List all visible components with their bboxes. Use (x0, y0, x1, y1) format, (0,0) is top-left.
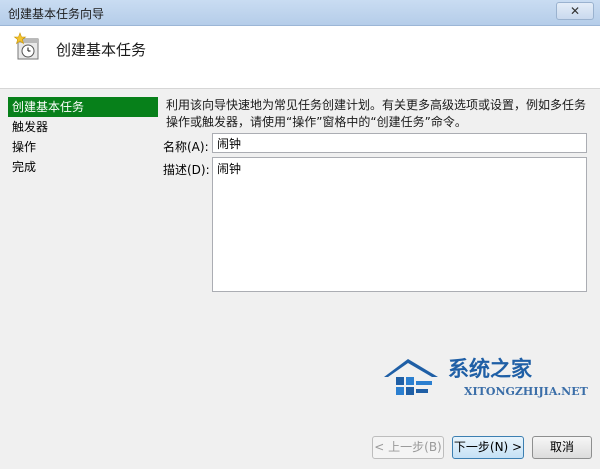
intro-text: 利用该向导快速地为常见任务创建计划。有关更多高级选项或设置，例如多任务操作或触发… (166, 98, 587, 129)
wizard-steps: 创建基本任务 触发器 操作 完成 (8, 97, 158, 177)
step-action[interactable]: 操作 (8, 137, 158, 157)
window-title: 创建基本任务向导 (8, 7, 105, 21)
description-field[interactable]: 闹钟 (212, 157, 587, 292)
title-bar: 创建基本任务向导 ✕ (0, 0, 600, 26)
next-button[interactable]: 下一步(N) > (452, 436, 524, 459)
wizard-header: 创建基本任务 (0, 26, 600, 88)
page-title: 创建基本任务 (56, 41, 147, 59)
watermark-url: XITONGZHIJIA.NET (464, 385, 588, 398)
step-trigger[interactable]: 触发器 (8, 117, 158, 137)
step-create-basic-task[interactable]: 创建基本任务 (8, 97, 158, 117)
step-finish[interactable]: 完成 (8, 157, 158, 177)
watermark-brand: 系统之家 (448, 357, 532, 381)
wizard-body: 创建基本任务 触发器 操作 完成 利用该向导快速地为常见任务创建计划。有关更多高… (0, 88, 600, 421)
cancel-button[interactable]: 取消 (532, 436, 592, 459)
previous-button[interactable]: < 上一步(B) (372, 436, 444, 459)
name-field[interactable] (212, 133, 587, 153)
name-label: 名称(A): (163, 140, 209, 154)
close-icon: ✕ (569, 4, 581, 18)
scheduled-task-icon (13, 32, 39, 60)
watermark-logo (384, 359, 438, 395)
description-label: 描述(D): (163, 163, 210, 177)
close-button[interactable]: ✕ (556, 2, 594, 20)
watermark: 系统之家 XITONGZHIJIA.NET (380, 351, 590, 411)
